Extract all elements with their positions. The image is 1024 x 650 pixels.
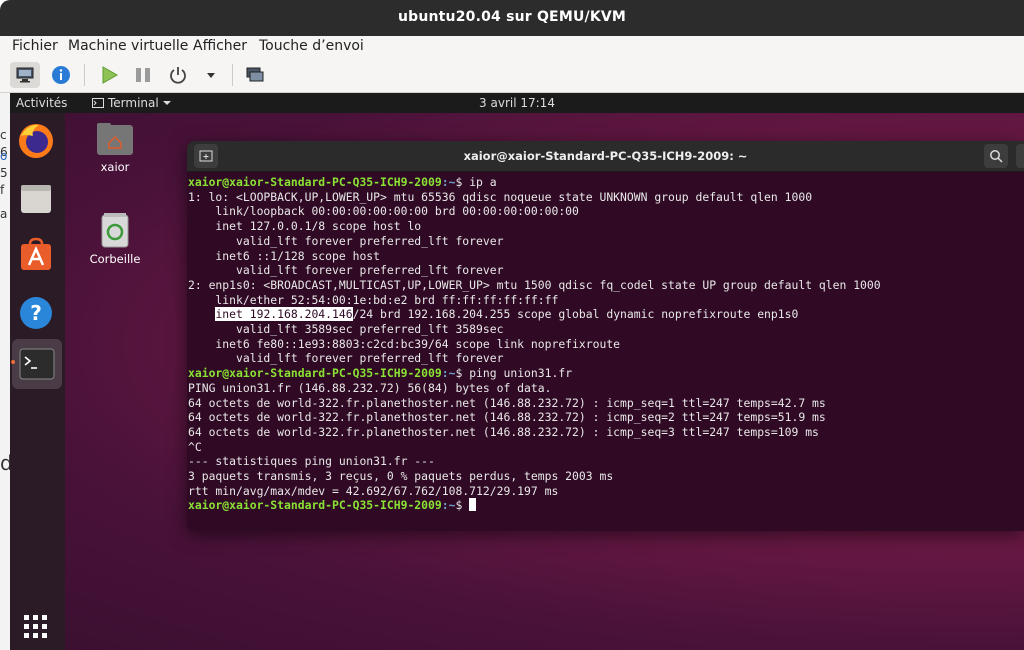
desktop-icon-label: Corbeille xyxy=(89,252,141,266)
terminal-line: xaior@xaior-Standard-PC-Q35-ICH9-2009:~$… xyxy=(188,366,572,380)
terminal-window[interactable]: xaior@xaior-Standard-PC-Q35-ICH9-2009: ~… xyxy=(187,141,1024,531)
window-titlebar[interactable]: ubuntu20.04 sur QEMU/KVM xyxy=(0,0,1024,36)
files-icon[interactable] xyxy=(16,179,56,219)
menu-touche-envoi[interactable]: Touche d’envoi xyxy=(259,38,364,54)
terminal-line: PING union31.fr (146.88.232.72) 56(84) b… xyxy=(188,380,552,395)
prompt-symbol: $ xyxy=(455,366,470,381)
terminal-line: link/ether 52:54:00:1e:bd:e2 brd ff:ff:f… xyxy=(188,292,559,307)
play-icon[interactable] xyxy=(94,62,124,88)
menu-fichier[interactable]: Fichier xyxy=(12,38,58,54)
software-icon[interactable] xyxy=(16,235,56,275)
menu-icon[interactable] xyxy=(1016,144,1024,168)
prompt-path: :~ xyxy=(441,175,456,189)
command: ping union31.fr xyxy=(469,366,573,381)
apps-grid-icon[interactable] xyxy=(16,607,56,647)
terminal-line: 64 octets de world-322.fr.planethoster.n… xyxy=(188,395,826,410)
desktop-icon-home[interactable]: xaior xyxy=(85,121,145,174)
terminal-title: xaior@xaior-Standard-PC-Q35-ICH9-2009: ~ xyxy=(463,149,748,163)
home-folder-icon xyxy=(97,123,133,155)
desktop-icon-trash[interactable]: Corbeille xyxy=(85,211,145,266)
clock[interactable]: 3 avril 17:14 xyxy=(10,96,1024,110)
help-icon[interactable]: ? xyxy=(16,293,56,333)
gnome-topbar: Activités Terminal 3 avril 17:14 xyxy=(10,93,1024,113)
terminal-line: inet6 fe80::1e93:8803:c2cd:bc39/64 scope… xyxy=(188,336,621,351)
terminal-line: rtt min/avg/max/mdev = 42.692/67.762/108… xyxy=(188,483,559,498)
guest-desktop: Activités Terminal 3 avril 17:14 ? xaior… xyxy=(10,93,1024,650)
host-text: a xyxy=(0,207,8,221)
terminal-line: 3 paquets transmis, 3 reçus, 0 % paquets… xyxy=(188,469,614,484)
terminal-line: valid_lft forever preferred_lft forever xyxy=(188,351,504,366)
terminal-line: 64 octets de world-322.fr.planethoster.n… xyxy=(188,410,826,425)
monitor-icon[interactable] xyxy=(10,62,40,88)
terminal-line: 2: enp1s0: <BROADCAST,MULTICAST,UP,LOWER… xyxy=(188,277,881,292)
dropdown-icon[interactable] xyxy=(196,62,226,88)
terminal-line: valid_lft forever preferred_lft forever xyxy=(188,263,504,278)
text-cursor xyxy=(469,498,477,512)
terminal-line: link/loopback 00:00:00:00:00:00 brd 00:0… xyxy=(188,204,579,219)
prompt-path: :~ xyxy=(441,366,456,381)
trash-icon xyxy=(101,213,129,248)
terminal-line: inet 127.0.0.1/8 scope host lo xyxy=(188,219,422,234)
terminal-line: valid_lft 3589sec preferred_lft 3589sec xyxy=(188,322,504,337)
host-text: 5 xyxy=(0,166,8,180)
command: ip a xyxy=(469,175,497,189)
terminal-line: 1: lo: <LOOPBACK,UP,LOWER_UP> mtu 65536 … xyxy=(188,189,813,204)
prompt-symbol: $ xyxy=(455,498,470,513)
screens-icon[interactable] xyxy=(240,62,270,88)
terminal-line: xaior@xaior-Standard-PC-Q35-ICH9-2009:~$ xyxy=(188,498,477,513)
host-text: f xyxy=(0,183,5,197)
terminal-line: inet6 ::1/128 scope host xyxy=(188,248,381,263)
terminal-line: inet 192.168.204.146/24 brd 192.168.204.… xyxy=(215,307,799,322)
menu-machine-virtuelle[interactable]: Machine virtuelle xyxy=(68,38,188,54)
host-desktop-strip: c 6 o 5 f a d xyxy=(0,93,13,650)
power-icon[interactable] xyxy=(163,62,193,88)
vm-toolbar xyxy=(0,58,1024,93)
prompt-user: xaior@xaior-Standard-PC-Q35-ICH9-2009 xyxy=(188,366,442,381)
info-icon[interactable] xyxy=(46,62,76,88)
desktop-icon-label: xaior xyxy=(100,160,130,174)
terminal-output[interactable]: xaior@xaior-Standard-PC-Q35-ICH9-2009:~$… xyxy=(187,172,1024,513)
prompt-user: xaior@xaior-Standard-PC-Q35-ICH9-2009 xyxy=(188,175,442,189)
selected-text: inet 192.168.204.146 xyxy=(215,307,353,322)
host-text: c xyxy=(0,128,7,142)
prompt-user: xaior@xaior-Standard-PC-Q35-ICH9-2009 xyxy=(188,498,442,513)
window-title: ubuntu20.04 sur QEMU/KVM xyxy=(397,9,627,25)
dock: ? xyxy=(10,113,65,650)
prompt-path: :~ xyxy=(441,498,456,513)
svg-text:?: ? xyxy=(30,301,42,325)
prompt-symbol: $ xyxy=(455,175,470,189)
terminal-line: --- statistiques ping union31.fr --- xyxy=(188,454,435,469)
search-icon[interactable] xyxy=(984,144,1008,168)
terminal-line: ^C xyxy=(188,439,202,454)
terminal-line: valid_lft forever preferred_lft forever xyxy=(188,233,504,248)
menu-afficher[interactable]: Afficher xyxy=(193,38,247,54)
menubar: Fichier Machine virtuelle Afficher Touch… xyxy=(0,36,1024,58)
firefox-icon[interactable] xyxy=(16,121,56,161)
terminal-line: xaior@xaior-Standard-PC-Q35-ICH9-2009:~$… xyxy=(188,175,497,189)
host-text: o xyxy=(0,149,8,163)
terminal-line: 64 octets de world-322.fr.planethoster.n… xyxy=(188,424,819,439)
pause-icon[interactable] xyxy=(128,62,158,88)
terminal-headerbar[interactable]: xaior@xaior-Standard-PC-Q35-ICH9-2009: ~ xyxy=(187,141,1024,172)
terminal-icon[interactable] xyxy=(12,339,62,389)
